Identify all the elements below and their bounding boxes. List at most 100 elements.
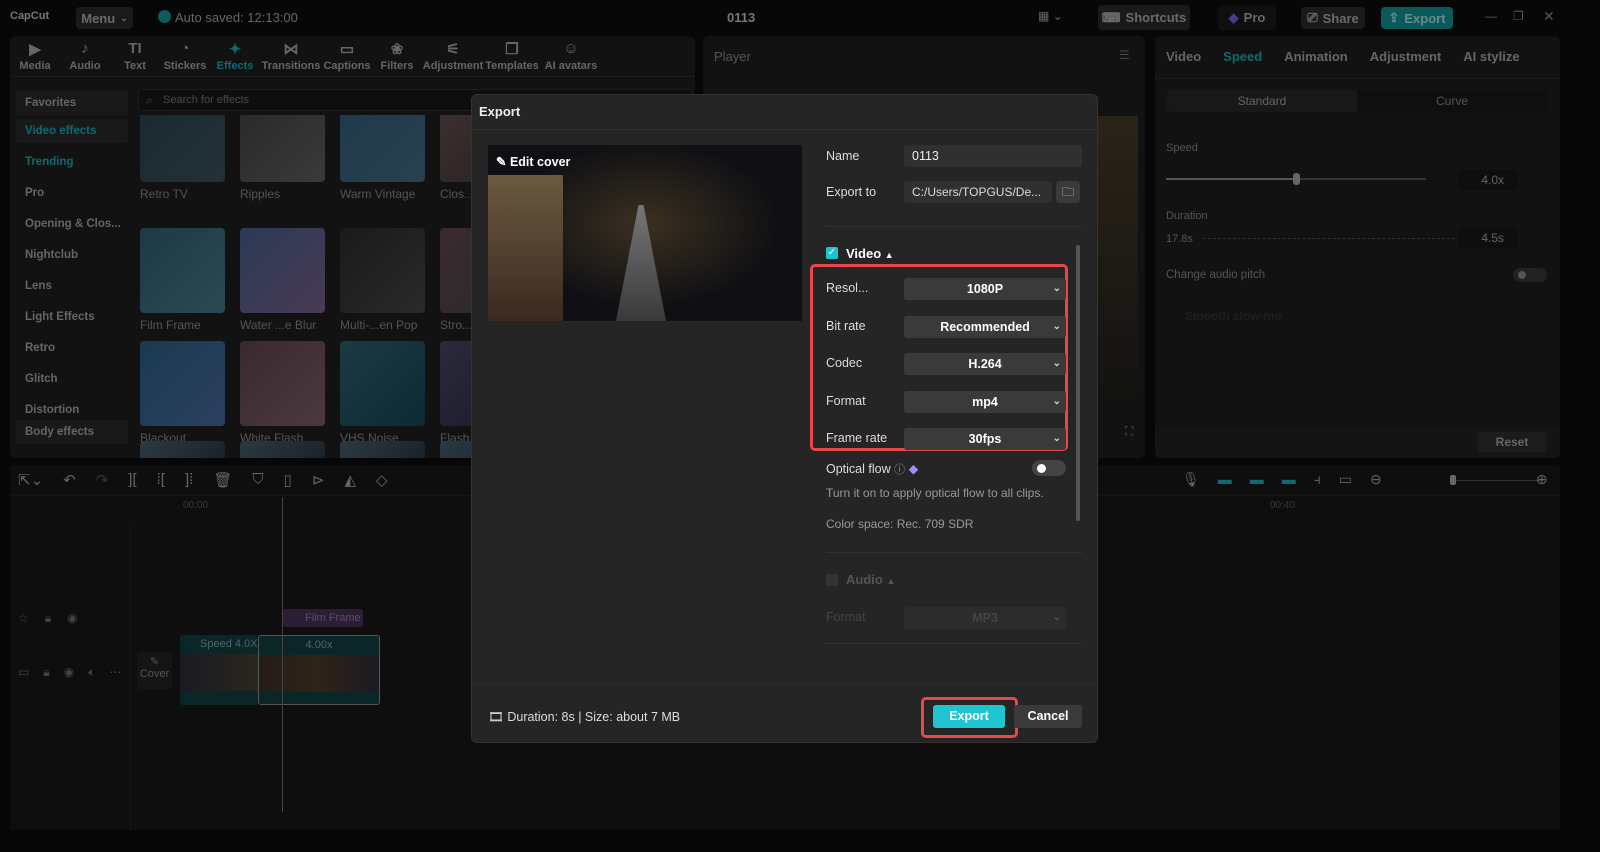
category-item[interactable]: Trending: [16, 147, 128, 178]
help-icon[interactable]: ⓘ: [894, 464, 905, 476]
playhead[interactable]: [282, 497, 283, 812]
category-item[interactable]: Lens: [16, 271, 128, 302]
rotate-icon[interactable]: ◇: [376, 471, 388, 489]
export-path-input[interactable]: C:/Users/TOPGUS/De...: [904, 181, 1052, 203]
split-right-icon[interactable]: ]⁞: [185, 471, 193, 489]
tab-templates[interactable]: ❐ Templates: [484, 40, 540, 76]
field-select[interactable]: 30fps ⌄: [904, 428, 1066, 450]
video-clip[interactable]: Speed 4.0X: [180, 635, 258, 705]
properties-tab[interactable]: Speed: [1212, 36, 1273, 78]
speed-slider[interactable]: [1166, 173, 1426, 185]
link-icon[interactable]: ▬: [1282, 471, 1296, 488]
share-button[interactable]: ⎚ Share: [1301, 7, 1365, 29]
category-item[interactable]: Video effects: [16, 119, 128, 143]
preview-axis-icon[interactable]: ⫞: [1314, 471, 1321, 488]
tab-effects[interactable]: ✦ Effects: [210, 40, 260, 76]
effect-item[interactable]: Film Frame: [140, 228, 225, 332]
eye-icon[interactable]: ◉: [64, 665, 74, 680]
video-section-header[interactable]: Video ▲: [846, 246, 894, 261]
export-button[interactable]: Export: [933, 705, 1005, 728]
pitch-toggle[interactable]: [1513, 268, 1547, 282]
lock-icon[interactable]: 🔒︎: [45, 611, 51, 626]
cover-button[interactable]: ✎ Cover: [137, 652, 172, 689]
scrollbar[interactable]: [1076, 245, 1080, 521]
select-tool-icon[interactable]: ⇱⌄: [18, 471, 43, 489]
mode-curve[interactable]: Curve: [1357, 90, 1547, 112]
undo-icon[interactable]: ↶: [63, 471, 76, 489]
shortcuts-button[interactable]: ⌨ Shortcuts: [1098, 5, 1190, 30]
category-item[interactable]: Retro: [16, 333, 128, 364]
tab-transitions[interactable]: ⋈ Transitions: [260, 40, 322, 76]
tab-text[interactable]: TI Text: [110, 40, 160, 76]
properties-tab[interactable]: AI stylize: [1452, 36, 1530, 78]
menu-button[interactable]: Menu ⌄: [76, 7, 133, 29]
more-icon[interactable]: ⋯: [109, 665, 121, 680]
field-select[interactable]: Recommended ⌄: [904, 315, 1066, 338]
close-icon[interactable]: ✕: [1543, 8, 1555, 25]
zoom-in-icon[interactable]: ⊕: [1536, 471, 1548, 488]
category-item[interactable]: Pro: [16, 178, 128, 209]
menu-lines-icon[interactable]: ☰: [1119, 48, 1130, 62]
tab-ai-avatars[interactable]: ☺ AI avatars: [540, 40, 602, 76]
play-icon[interactable]: ⊳: [312, 471, 325, 489]
effect-item[interactable]: Retro TV: [140, 115, 225, 201]
mirror-icon[interactable]: ◭: [344, 471, 356, 489]
category-item[interactable]: Favorites: [16, 91, 128, 115]
duration-value-input[interactable]: 4.5s: [1458, 228, 1518, 248]
folder-icon[interactable]: 🗀: [1056, 181, 1080, 203]
ruler-icon[interactable]: ▭: [1339, 471, 1352, 488]
speed-value-input[interactable]: 4.0x: [1458, 170, 1518, 190]
category-item[interactable]: Opening & Clos...: [16, 209, 128, 240]
magnet-icon[interactable]: ▬: [1218, 471, 1232, 488]
freeze-icon[interactable]: ▯: [284, 471, 292, 489]
video-clip-selected[interactable]: 4.00x: [258, 635, 380, 705]
lock-icon[interactable]: 🔒︎: [43, 665, 49, 680]
pro-button[interactable]: ◆ Pro: [1218, 5, 1276, 30]
effect-item[interactable]: Ripples: [240, 115, 325, 201]
zoom-slider[interactable]: [1450, 475, 1540, 485]
effect-item[interactable]: VHS Noise: [340, 341, 425, 445]
video-checkbox[interactable]: ✓: [826, 247, 838, 259]
tab-stickers[interactable]: ◔ Stickers: [160, 40, 210, 76]
tab-audio[interactable]: ♪ Audio: [60, 40, 110, 76]
mode-standard[interactable]: Standard: [1167, 90, 1357, 112]
cancel-button[interactable]: Cancel: [1014, 705, 1082, 728]
category-item[interactable]: Glitch: [16, 364, 128, 395]
optical-flow-toggle[interactable]: [1032, 460, 1066, 476]
field-select[interactable]: H.264 ⌄: [904, 353, 1066, 375]
properties-tab[interactable]: Video: [1155, 36, 1212, 78]
tab-filters[interactable]: ❀ Filters: [372, 40, 422, 76]
auto-snap-icon[interactable]: ▬: [1250, 471, 1264, 488]
delete-icon[interactable]: 🗑︎: [213, 471, 232, 489]
category-item[interactable]: Distortion: [16, 395, 128, 417]
speed-slider-handle[interactable]: [1293, 173, 1300, 185]
layout-icon[interactable]: ▦ ⌄: [1038, 9, 1063, 23]
audio-icon[interactable]: 🔈︎: [88, 665, 95, 680]
microphone-icon[interactable]: 🎙︎: [1182, 471, 1200, 488]
field-select[interactable]: mp4 ⌄: [904, 390, 1066, 413]
minimize-icon[interactable]: —: [1485, 9, 1497, 23]
category-item[interactable]: Body effects: [16, 420, 128, 444]
marker-icon[interactable]: ⛉: [252, 471, 263, 489]
tab-adjustment[interactable]: ⚟ Adjustment: [422, 40, 484, 76]
tab-captions[interactable]: ▭ Captions: [322, 40, 372, 76]
audio-section-header[interactable]: Audio ▲: [846, 572, 895, 587]
reset-button[interactable]: Reset: [1477, 432, 1547, 452]
name-input[interactable]: 0113: [904, 145, 1082, 167]
properties-tab[interactable]: Adjustment: [1359, 36, 1453, 78]
properties-tab[interactable]: Animation: [1273, 36, 1359, 78]
restore-icon[interactable]: ❐: [1513, 9, 1524, 23]
effect-item[interactable]: Water ...e Blur: [240, 228, 325, 332]
tab-media[interactable]: ▶ Media: [10, 40, 60, 76]
split-icon[interactable]: ][: [128, 471, 136, 489]
effect-item[interactable]: Multi-...en Pop: [340, 228, 425, 332]
field-select[interactable]: 1080P ⌄: [904, 278, 1066, 300]
category-item[interactable]: Light Effects: [16, 302, 128, 333]
zoom-out-icon[interactable]: ⊖: [1370, 471, 1382, 488]
eye-icon[interactable]: ◉: [67, 611, 77, 626]
effect-clip-film-frame[interactable]: Film Frame: [283, 609, 363, 627]
redo-icon[interactable]: ↷: [96, 471, 109, 489]
split-left-icon[interactable]: ⁞[: [157, 471, 165, 489]
effect-item[interactable]: White Flash: [240, 341, 325, 445]
edit-cover-button[interactable]: ✎ Edit cover: [496, 154, 570, 169]
